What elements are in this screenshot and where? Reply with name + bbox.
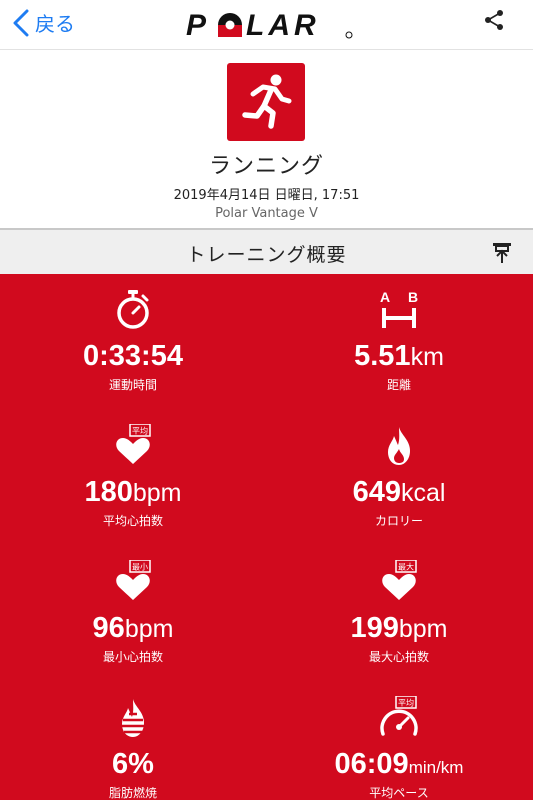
stat-duration: 0:33:54 運動時間 bbox=[0, 288, 266, 393]
max-hr-unit: bpm bbox=[398, 615, 448, 643]
distance-label: 距離 bbox=[386, 378, 411, 392]
min-hr-badge: 最小 bbox=[132, 563, 148, 572]
min-hr-label: 最小心拍数 bbox=[102, 650, 163, 664]
fat-burn-icon bbox=[122, 699, 144, 737]
distance-icon-b: B bbox=[408, 289, 418, 305]
avg-pace-value: 06:09 bbox=[334, 748, 409, 780]
max-hr-value: 199 bbox=[350, 612, 399, 644]
calories-value: 649 bbox=[352, 476, 401, 508]
chevron-left-icon bbox=[13, 9, 29, 36]
running-person-icon bbox=[227, 63, 305, 141]
share-icon[interactable] bbox=[483, 9, 505, 31]
top-navigation-bar: 戻る P LAR bbox=[0, 0, 533, 50]
back-button-label: 戻る bbox=[35, 12, 75, 36]
section-title: トレーニング概要 bbox=[186, 244, 347, 266]
distance-icon-a: A bbox=[380, 289, 390, 305]
fat-burn-value: 6% bbox=[112, 748, 154, 780]
avg-hr-value: 180 bbox=[84, 476, 133, 508]
stat-distance: A B 5.51km 距離 bbox=[266, 288, 532, 393]
svg-text:P: P bbox=[186, 10, 210, 40]
min-hr-value: 96 bbox=[92, 612, 125, 644]
duration-label: 運動時間 bbox=[108, 378, 157, 392]
distance-unit: km bbox=[410, 343, 444, 371]
stat-maximum-heart-rate: 最大 199bpm 最大心拍数 bbox=[266, 560, 532, 665]
svg-text:LAR: LAR bbox=[246, 10, 320, 40]
min-hr-unit: bpm bbox=[124, 615, 174, 643]
avg-hr-label: 平均心拍数 bbox=[102, 514, 163, 528]
device-name: Polar Vantage V bbox=[215, 206, 318, 221]
max-hr-label: 最大心拍数 bbox=[368, 650, 429, 664]
avg-pace-unit: min/km bbox=[408, 758, 464, 777]
activity-header: ランニング 2019年4月14日 日曜日, 17:51 Polar Vantag… bbox=[0, 50, 533, 228]
avg-hr-unit: bpm bbox=[132, 479, 182, 507]
avg-hr-badge: 平均 bbox=[132, 426, 148, 436]
polar-logo: P LAR bbox=[186, 10, 353, 40]
stat-average-heart-rate: 平均 180bpm 平均心拍数 bbox=[0, 424, 266, 529]
heart-max-icon: 最大 bbox=[382, 560, 417, 600]
stopwatch-icon bbox=[117, 290, 149, 329]
flame-icon bbox=[388, 427, 410, 465]
distance-value: 5.51 bbox=[354, 340, 411, 372]
pace-gauge-icon: 平均 bbox=[380, 696, 418, 736]
heart-avg-icon: 平均 bbox=[116, 424, 151, 464]
sport-name: ランニング bbox=[208, 154, 324, 179]
max-hr-badge: 最大 bbox=[398, 562, 414, 572]
section-header-training-summary: トレーニング概要 bbox=[0, 228, 533, 274]
back-button[interactable]: 戻る bbox=[12, 8, 75, 37]
stat-minimum-heart-rate: 最小 96bpm 最小心拍数 bbox=[0, 560, 266, 665]
avg-pace-badge: 平均 bbox=[398, 698, 414, 708]
stat-calories: 649kcal カロリー bbox=[266, 424, 532, 529]
avg-pace-label: 平均ペース bbox=[369, 786, 429, 800]
training-summary-stats: 0:33:54 運動時間 A B 5.51km 距離 平均 180bpm 平均心… bbox=[0, 274, 533, 800]
stat-fat-burn: 6% 脂肪燃焼 bbox=[0, 696, 266, 800]
fat-burn-label: 脂肪燃焼 bbox=[108, 786, 157, 800]
calories-unit: kcal bbox=[400, 479, 446, 507]
heart-min-icon: 最小 bbox=[116, 560, 151, 600]
duration-value: 0:33:54 bbox=[83, 340, 183, 372]
stat-average-pace: 平均 06:09min/km 平均ペース bbox=[266, 696, 532, 800]
activity-datetime: 2019年4月14日 日曜日, 17:51 bbox=[173, 188, 360, 203]
calories-label: カロリー bbox=[374, 514, 423, 528]
distance-ab-icon: A B bbox=[380, 289, 418, 328]
pin-icon[interactable] bbox=[491, 241, 513, 265]
